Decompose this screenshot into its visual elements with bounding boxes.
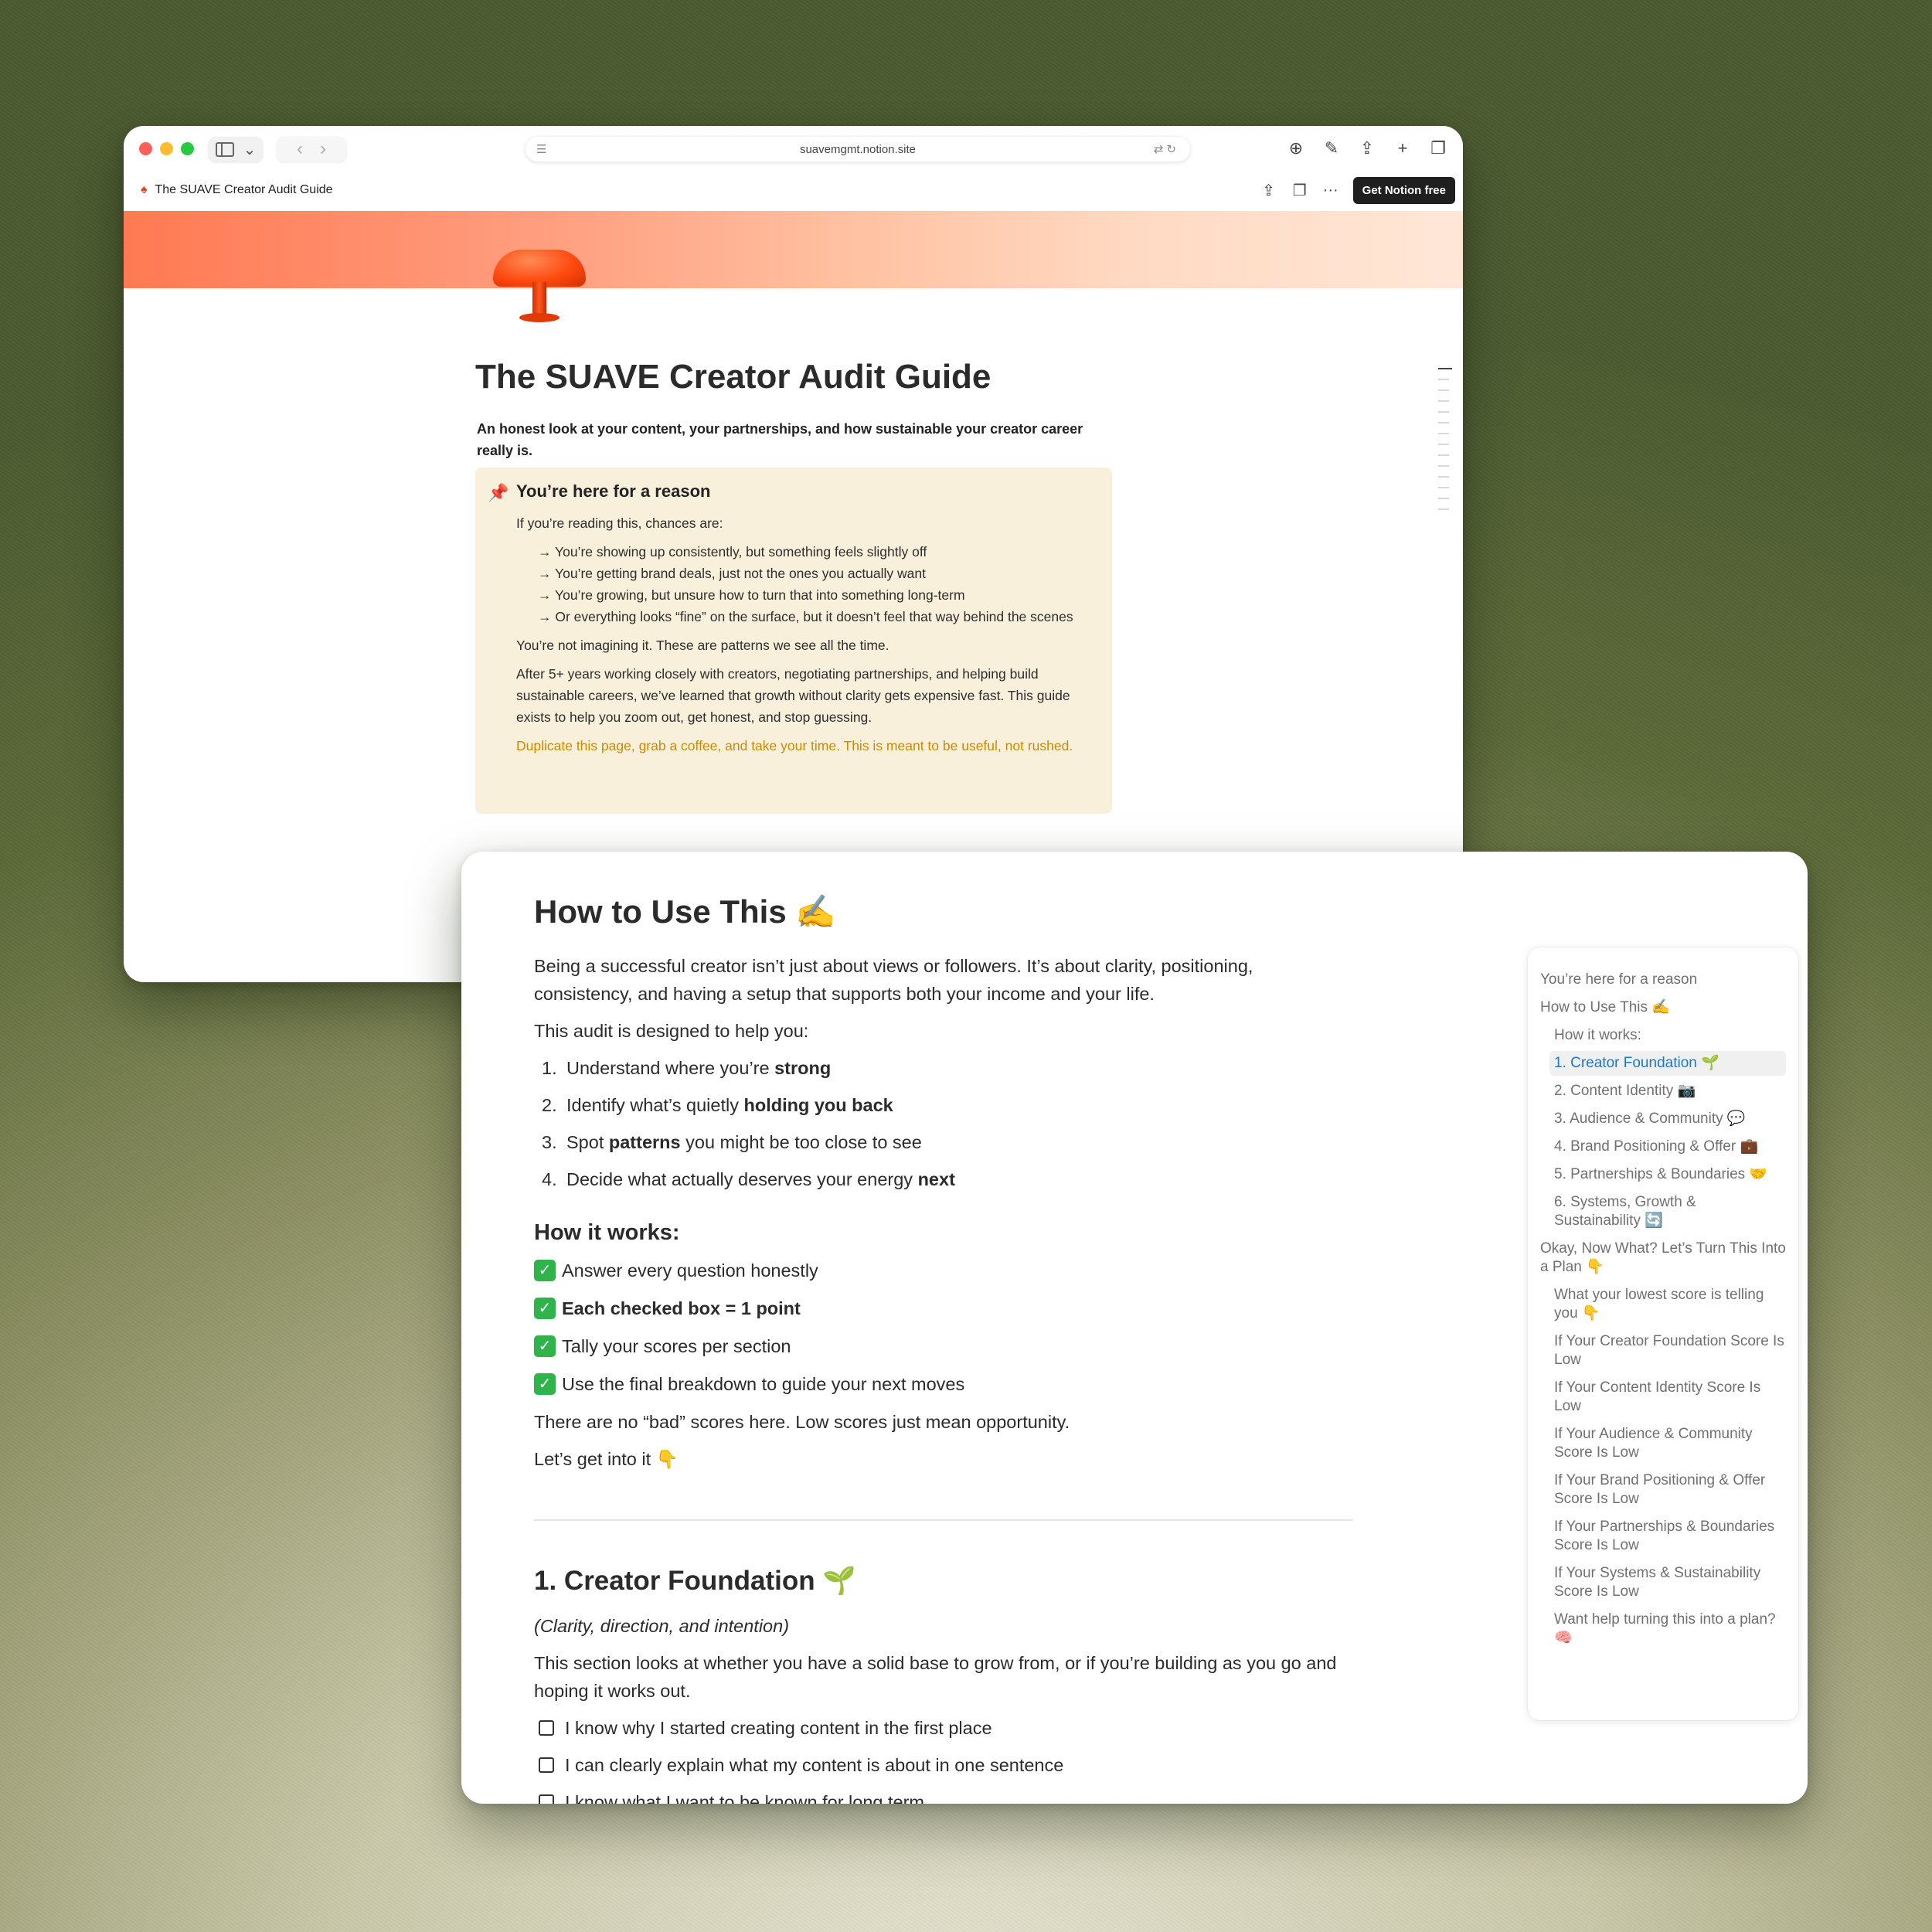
callout-title: You’re here for a reason	[516, 481, 711, 501]
share-icon[interactable]: ⇪	[1260, 181, 1277, 200]
check-mark-icon: ✓	[534, 1260, 556, 1281]
page-icon-lamp[interactable]	[493, 250, 586, 327]
notion-topbar: ♠ The SUAVE Creator Audit Guide ⇪ ❐ ··· …	[124, 171, 1463, 211]
page-cover	[124, 211, 1463, 288]
section-intro: This section looks at whether you have a…	[534, 1653, 1337, 1701]
sidebar-toggle-button[interactable]: ⌄	[209, 137, 263, 162]
how-to-intro: Being a successful creator isn’t just ab…	[534, 956, 1253, 1004]
toc-item[interactable]: If Your Content Identity Score Is Low	[1540, 1379, 1786, 1416]
check-mark-icon: ✓	[534, 1373, 556, 1395]
numbered-list: 1. Understand where you’re strong 2. Ident…	[534, 1054, 1353, 1193]
translate-reload-icons[interactable]: ⇄↻	[1154, 142, 1179, 156]
toc-item[interactable]: If Your Systems & Sustainability Score I…	[1540, 1564, 1786, 1601]
how-to-lead: This audit is designed to help you:	[534, 1021, 809, 1041]
callout-block: 📌 You’re here for a reason If you’re rea…	[475, 468, 1112, 814]
todo-item[interactable]: I know why I started creating content in…	[534, 1714, 1353, 1742]
toc-item[interactable]: If Your Creator Foundation Score Is Low	[1540, 1332, 1786, 1369]
more-icon[interactable]: ···	[1322, 182, 1339, 199]
check-list: ✓ Answer every question honestly ✓ Each ch…	[534, 1257, 1353, 1398]
list-item: ✓ Use the final breakdown to guide your n…	[534, 1370, 1353, 1398]
table-of-contents: You’re here for a reason How to Use This …	[1528, 947, 1798, 1720]
reader-icon[interactable]: ✎	[1322, 138, 1341, 158]
list-item: ✓ Each checked box = 1 point	[534, 1294, 1353, 1322]
check-mark-icon: ✓	[534, 1298, 556, 1319]
outline-minimap[interactable]	[1438, 368, 1452, 519]
list-item: → You’re growing, but unsure how to turn…	[538, 587, 965, 603]
list-item: 4. Decide what actually deserves your ene…	[542, 1169, 955, 1189]
breadcrumb[interactable]: ♠ The SUAVE Creator Audit Guide	[141, 183, 333, 197]
how-it-works-heading: How it works:	[534, 1220, 680, 1245]
page-content: How to Use This ✍️ Being a successful cr…	[534, 892, 1353, 1804]
new-tab-icon[interactable]: +	[1393, 138, 1412, 158]
get-notion-button[interactable]: Get Notion free	[1352, 177, 1455, 204]
toc-item[interactable]: 2. Content Identity 📷	[1540, 1082, 1786, 1100]
navigation-buttons: ‹ ›	[277, 137, 346, 162]
duplicate-icon[interactable]: ❐	[1291, 181, 1308, 200]
notion-actions: ⇪ ❐ ··· Get Notion free	[1260, 177, 1455, 204]
callout-bullets: → You’re showing up consistently, but so…	[538, 541, 1097, 628]
toc-item[interactable]: 6. Systems, Growth & Sustainability 🔄	[1540, 1193, 1786, 1230]
list-item: → You’re getting brand deals, just not t…	[538, 566, 926, 581]
divider	[534, 1519, 1353, 1521]
toc-item[interactable]: Okay, Now What? Let’s Turn This Into a P…	[1540, 1240, 1786, 1277]
list-item: ✓ Tally your scores per section	[534, 1332, 1353, 1360]
chevron-down-icon: ⌄	[243, 141, 257, 158]
toc-item[interactable]: 4. Brand Positioning & Offer 💼	[1540, 1138, 1786, 1156]
checkbox[interactable]	[539, 1794, 554, 1804]
toc-item[interactable]: How it works:	[1540, 1026, 1786, 1045]
section-tagline: (Clarity, direction, and intention)	[534, 1616, 790, 1636]
toc-item[interactable]: If Your Brand Positioning & Offer Score …	[1540, 1471, 1786, 1509]
minimize-window-button[interactable]	[160, 142, 173, 155]
callout-highlight: Duplicate this page, grab a coffee, and …	[516, 738, 1073, 753]
toc-item[interactable]: If Your Partnerships & Boundaries Score …	[1540, 1518, 1786, 1555]
address-bar[interactable]: ☰ suavemgmt.notion.site ⇄↻	[526, 137, 1190, 162]
callout-paragraph: You’re not imagining it. These are patte…	[516, 638, 889, 653]
callout-paragraph: After 5+ years working closely with crea…	[516, 666, 1070, 725]
todo-item[interactable]: I know what I want to be known for long …	[534, 1788, 1353, 1804]
toc-item[interactable]: How to Use This ✍️	[1540, 998, 1786, 1017]
browser-toolbar: ⌄ ‹ › ☰ suavemgmt.notion.site ⇄↻ ⊕ ✎ ⇪ +…	[124, 126, 1463, 171]
page-settings-icon[interactable]: ☰	[536, 142, 546, 156]
callout-intro: If you’re reading this, chances are:	[516, 515, 723, 531]
todo-item[interactable]: I can clearly explain what my content is…	[534, 1751, 1353, 1779]
toc-item[interactable]: 3. Audience & Community 💬	[1540, 1110, 1786, 1128]
checkbox[interactable]	[539, 1757, 554, 1773]
forward-button[interactable]: ›	[320, 138, 326, 160]
browser-actions: ⊕ ✎ ⇪ + ❐	[1287, 138, 1447, 158]
toc-item[interactable]: Want help turning this into a plan? 🧠	[1540, 1611, 1786, 1648]
maximize-window-button[interactable]	[181, 142, 194, 155]
list-item: 3. Spot patterns you might be too close t…	[542, 1132, 922, 1152]
scores-note: There are no “bad” scores here. Low scor…	[534, 1412, 1070, 1432]
toc-item[interactable]: 5. Partnerships & Boundaries 🤝	[1540, 1165, 1786, 1184]
share-icon[interactable]: ⇪	[1358, 138, 1376, 158]
toc-item[interactable]: 1. Creator Foundation 🌱	[1549, 1051, 1786, 1076]
page-detail-panel: How to Use This ✍️ Being a successful cr…	[461, 852, 1808, 1804]
back-button[interactable]: ‹	[297, 138, 303, 160]
breadcrumb-page-name: The SUAVE Creator Audit Guide	[155, 183, 333, 196]
toc-item[interactable]: What your lowest score is telling you 👇	[1540, 1286, 1786, 1323]
sidebar-icon	[215, 141, 234, 157]
pushpin-icon: 📌	[488, 483, 509, 502]
toc-item[interactable]: You’re here for a reason	[1540, 971, 1786, 989]
page-title: The SUAVE Creator Audit Guide	[475, 358, 992, 396]
page-subtitle: An honest look at your content, your par…	[477, 421, 1083, 458]
check-mark-icon: ✓	[534, 1335, 556, 1357]
url-text: suavemgmt.notion.site	[799, 142, 917, 156]
lets-go-text: Let’s get into it 👇	[534, 1449, 679, 1469]
checkbox[interactable]	[539, 1720, 554, 1736]
list-item: ✓ Answer every question honestly	[534, 1257, 1353, 1284]
list-item: → You’re showing up consistently, but so…	[538, 544, 927, 560]
lamp-icon: ♠	[141, 183, 148, 196]
download-icon[interactable]: ⊕	[1287, 138, 1305, 158]
list-item: 1. Understand where you’re strong	[542, 1058, 832, 1078]
how-to-heading: How to Use This ✍️	[534, 893, 836, 930]
list-item: 2. Identify what’s quietly holding you ba…	[542, 1095, 893, 1115]
list-item: → Or everything looks “fine” on the surf…	[538, 609, 1073, 624]
section-heading: 1. Creator Foundation 🌱	[534, 1566, 856, 1596]
toc-list: You’re here for a reason How to Use This …	[1540, 971, 1786, 1648]
toc-item[interactable]: If Your Audience & Community Score Is Lo…	[1540, 1425, 1786, 1462]
close-window-button[interactable]	[139, 142, 152, 155]
todo-list: I know why I started creating content in…	[534, 1714, 1353, 1804]
tabs-overview-icon[interactable]: ❐	[1429, 138, 1447, 158]
